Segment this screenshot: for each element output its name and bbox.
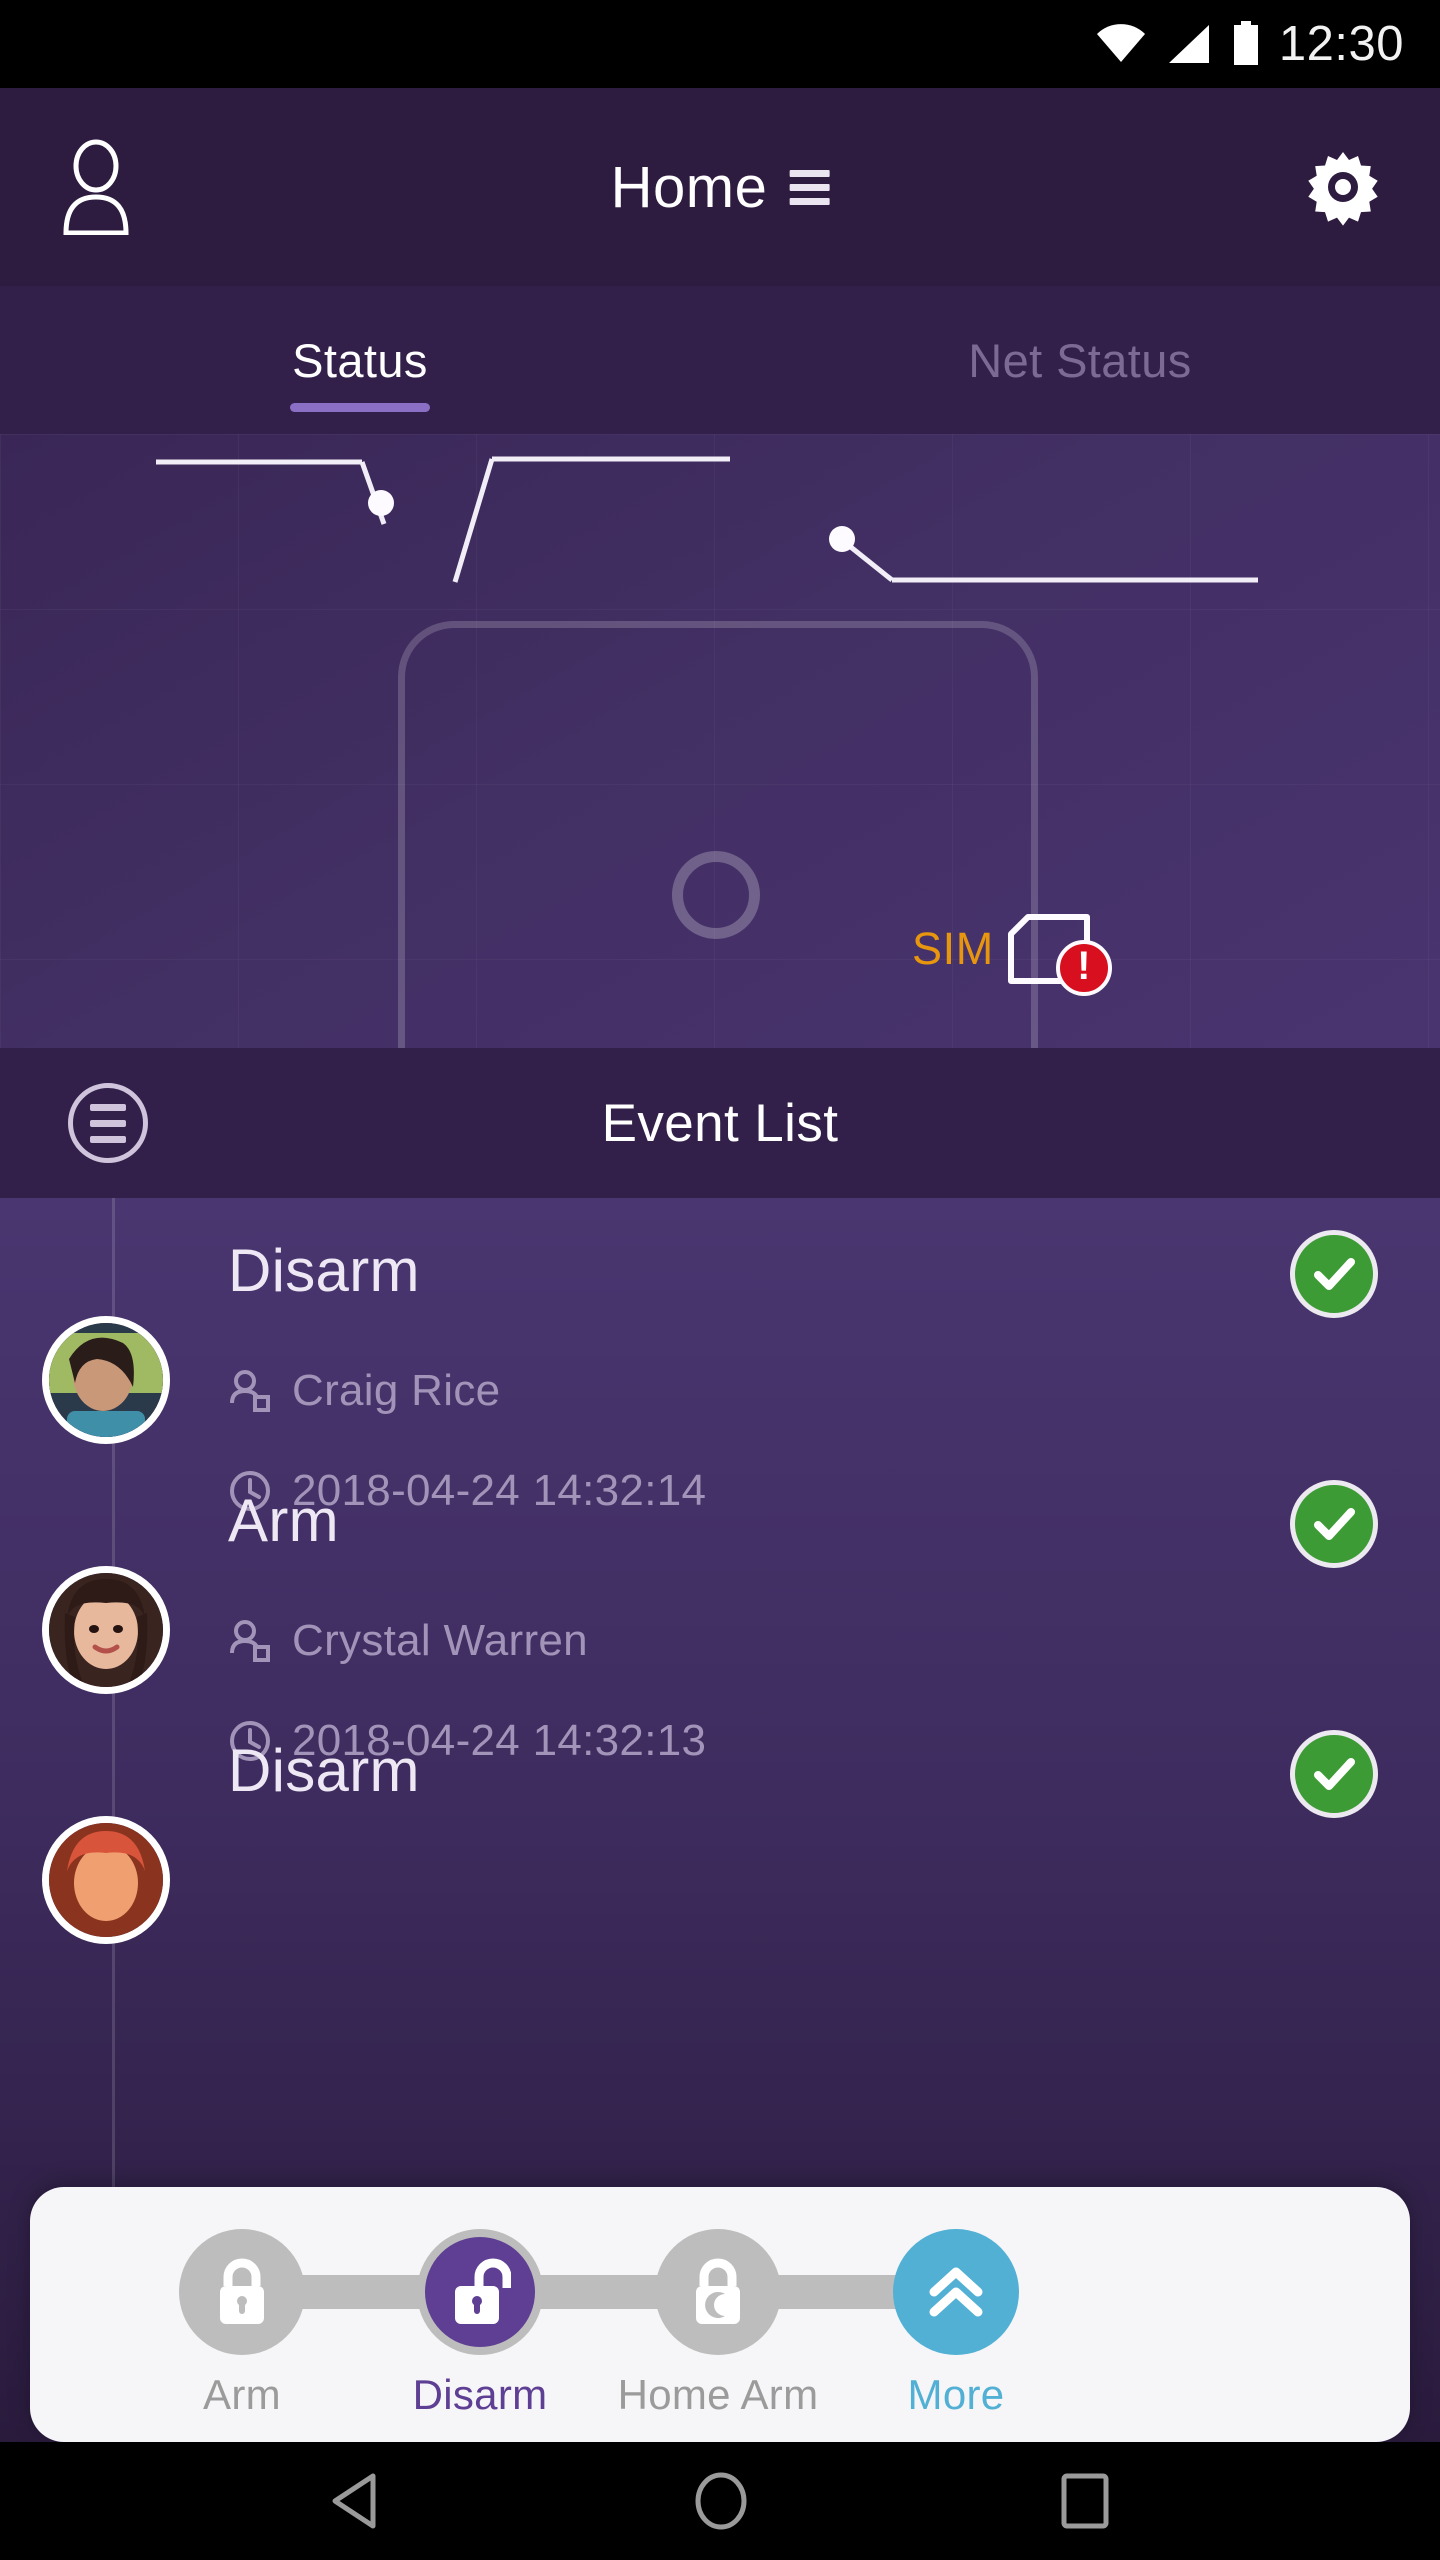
- user-small-icon: [230, 1370, 270, 1412]
- wifi-icon: [1096, 24, 1145, 62]
- cellular-signal-icon: [1168, 25, 1209, 63]
- tab-status-label: Status: [292, 333, 428, 387]
- action-more-label: More: [907, 2371, 1005, 2418]
- check-icon: [1314, 1508, 1355, 1540]
- app-header: Home: [0, 88, 1440, 286]
- avatar: [42, 1566, 170, 1694]
- action-more[interactable]: More: [836, 2229, 1076, 2419]
- user-small-icon: [230, 1620, 270, 1662]
- settings-gear-icon[interactable]: [1304, 148, 1382, 226]
- avatar: [42, 1316, 170, 1444]
- action-disarm[interactable]: Disarm: [360, 2229, 600, 2419]
- sim-badge-text: !: [1077, 944, 1091, 988]
- list-menu-icon[interactable]: [68, 1083, 148, 1163]
- sim-card-icon: !: [1007, 914, 1112, 996]
- action-arm[interactable]: Arm: [122, 2229, 362, 2419]
- action-arm-label: Arm: [203, 2371, 281, 2418]
- action-home-arm[interactable]: Home Arm: [598, 2229, 838, 2419]
- chevron-double-up-icon: [893, 2229, 1019, 2355]
- sim-label: SIM: [912, 923, 994, 974]
- event-person-name: Crystal Warren: [292, 1616, 588, 1665]
- recents-square-icon[interactable]: [1059, 2472, 1111, 2530]
- device-status-panel: SIM ! WiFi: [0, 434, 1440, 1048]
- app-title-group[interactable]: Home: [611, 154, 830, 221]
- table-row[interactable]: Disarm: [0, 1698, 1440, 2108]
- menu-icon[interactable]: [789, 169, 830, 205]
- status-tabs: Status Net Status: [0, 286, 1440, 434]
- status-badge: [1290, 1230, 1378, 1318]
- user-profile-icon[interactable]: [58, 139, 134, 235]
- device-home-button: [672, 851, 760, 939]
- event-title: Arm: [228, 1487, 339, 1554]
- tab-status[interactable]: Status: [0, 286, 720, 434]
- event-list-header: Event List: [0, 1048, 1440, 1198]
- event-title: Disarm: [228, 1737, 420, 1804]
- check-icon: [1314, 1258, 1355, 1290]
- tab-net-status-label: Net Status: [968, 333, 1192, 387]
- sim-error-badge: !: [1055, 940, 1112, 996]
- action-disarm-label: Disarm: [412, 2371, 548, 2418]
- home-circle-icon[interactable]: [693, 2470, 749, 2532]
- event-person: Crystal Warren: [228, 1616, 588, 1666]
- android-status-bar: 12:30: [0, 0, 1440, 88]
- sim-status: SIM !: [912, 914, 1112, 996]
- back-triangle-icon[interactable]: [329, 2471, 383, 2531]
- tab-net-status[interactable]: Net Status: [720, 286, 1440, 434]
- android-nav-bar: [0, 2442, 1440, 2560]
- bottom-action-bar: Arm Disarm Home Arm More: [30, 2187, 1410, 2442]
- battery-leader-dot: [829, 526, 855, 552]
- event-person: Craig Rice: [228, 1366, 500, 1416]
- page-title: Home: [610, 154, 768, 220]
- check-icon: [1314, 1758, 1355, 1790]
- tab-active-indicator: [290, 403, 430, 412]
- event-list-title: Event List: [601, 1093, 839, 1153]
- status-badge: [1290, 1730, 1378, 1818]
- lock-open-icon: [417, 2229, 543, 2355]
- lock-moon-icon: [655, 2229, 781, 2355]
- wifi-leader-dot: [368, 490, 394, 516]
- event-title: Disarm: [228, 1237, 420, 1304]
- wifi-leader-line: [156, 459, 387, 525]
- event-person-name: Craig Rice: [292, 1366, 501, 1415]
- phone-screen: 12:30 Home Status Net Status SIM ! Event…: [0, 0, 1440, 2560]
- lock-closed-icon: [179, 2229, 305, 2355]
- avatar: [42, 1816, 170, 1944]
- battery-icon: [1233, 21, 1258, 65]
- action-home-arm-label: Home Arm: [617, 2371, 819, 2418]
- status-bar-clock: 12:30: [1278, 16, 1404, 71]
- status-badge: [1290, 1480, 1378, 1568]
- battery-leader-line: [840, 538, 1258, 583]
